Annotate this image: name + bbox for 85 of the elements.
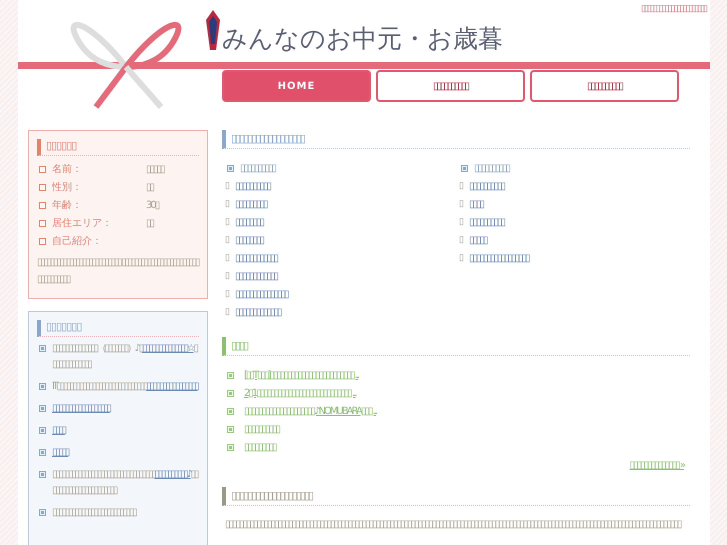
field-label: 自己紹介：	[52, 235, 103, 248]
category-link[interactable]: ▯▯▯▯▯▯▯▯▯▯▯▯	[235, 252, 278, 264]
list-text: IT▯▯▯▯▯▯▯▯▯▯▯▯▯▯▯▯▯▯▯▯▯▯▯▯▯▯▯▯▯▯▯▯▯▯▯▯▯▯▯▯▯▯▯▯	[52, 380, 198, 394]
category-link[interactable]: ▯▯▯▯▯▯▯▯▯▯	[469, 180, 504, 192]
news-link[interactable]: 2▯1▯▯▯▯▯▯▯▯▯▯▯▯▯▯▯▯▯▯▯▯▯▯▯▯▯▯▯ ...	[244, 388, 356, 398]
field-value: ▯▯	[146, 182, 154, 192]
bullet-icon	[227, 426, 234, 432]
field-value: ▯▯	[146, 218, 154, 228]
field-label: 名前：	[52, 163, 83, 176]
bullet-icon	[39, 220, 46, 226]
bullet-icon	[39, 202, 46, 208]
list-text: ▯▯▯▯▯▯▯▯▯▯▯▯▯▯▯▯▯▯▯▯▯▯▯▯▯▯	[52, 506, 136, 520]
bullet-icon	[39, 345, 46, 352]
category-link[interactable]: ▯▯▯▯▯	[469, 234, 487, 246]
list-marker: ▯	[459, 235, 465, 245]
category-link[interactable]: ▯▯▯▯▯▯▯▯▯▯	[469, 216, 504, 228]
bullet-icon	[39, 405, 46, 412]
section-heading: ▯▯▯▯	[222, 337, 690, 356]
noshi-emblem-icon	[206, 10, 220, 50]
bullet-icon	[39, 184, 46, 190]
field-label: 年齢：	[52, 198, 83, 212]
category-heading: ▯▯▯▯▯▯▯▯▯▯	[474, 162, 510, 174]
field-value: ▯▯▯▯▯	[146, 164, 164, 174]
bullet-icon	[39, 427, 46, 434]
inline-link[interactable]: ▯▯▯▯▯▯▯▯▯▯▯▯▯▯▯▯	[146, 381, 198, 392]
list-marker: ▯	[459, 199, 465, 209]
bullet-icon	[227, 164, 234, 172]
list-text: ▯▯▯▯▯▯▯▯▯▯▯▯▯▯▯▯▯▯▯▯▯▯▯▯▯▯▯▯▯▯▯▯▯▯▯▯▯▯▯▯▯▯♪▯▯▯▯▯▯▯▯▯▯▯▯▯▯▯▯▯▯▯▯▯▯	[52, 468, 199, 498]
field-label: 性別：	[52, 180, 83, 194]
category-link[interactable]: ▯▯▯▯▯▯▯▯▯▯▯▯	[235, 270, 278, 282]
more-link[interactable]: ▯▯▯▯▯▯▯▯▯▯▯▯▯▯ »	[630, 460, 684, 471]
section-heading: ▯▯▯▯▯▯▯▯▯▯▯▯▯▯▯▯▯▯	[222, 130, 690, 149]
section-heading: ▯▯▯▯▯▯▯▯▯▯▯▯▯▯▯▯▯▯▯▯	[222, 487, 690, 506]
bullet-icon	[39, 471, 46, 478]
category-link[interactable]: ▯▯▯▯▯▯▯▯▯▯▯▯▯▯▯▯▯	[469, 252, 529, 264]
list-text: ▯▯▯▯▯▯▯▯▯▯▯▯▯▯（▯▯▯▯▯▯▯）♪▯▯▯▯▯▯▯▯▯▯▯▯▯▯▯☆▯▯▯▯▯▯▯▯▯▯▯▯▯	[52, 342, 198, 372]
field-label: 居住エリア：	[52, 217, 113, 230]
list-marker: ▯	[459, 217, 465, 227]
field-value: 30▯	[146, 200, 158, 210]
category-link[interactable]: ▯▯▯▯▯▯▯▯▯	[235, 198, 267, 210]
news-link[interactable]: ▯▯▯▯▯▯▯▯▯	[244, 442, 276, 452]
category-heading: ▯▯▯▯▯▯▯▯▯▯	[240, 162, 276, 174]
list-marker: ▯	[225, 199, 231, 209]
list-marker: ▯	[225, 307, 231, 317]
list-marker: ▯	[225, 253, 231, 263]
list-link[interactable]: ▯▯▯▯▯	[52, 445, 68, 461]
panel-title: ▯▯▯▯▯▯	[37, 139, 199, 156]
bullet-icon	[39, 509, 46, 516]
category-link[interactable]: ▯▯▯▯▯▯▯▯▯▯▯▯▯▯▯	[235, 288, 288, 300]
category-link[interactable]: ▯▯▯▯▯▯▯▯	[235, 234, 264, 246]
list-marker: ▯	[459, 253, 465, 263]
list-marker: ▯	[225, 235, 231, 245]
bullet-icon	[227, 408, 234, 414]
bullet-icon	[39, 449, 46, 456]
about-text: ▯▯▯▯▯▯▯▯▯▯▯▯▯▯▯▯▯▯▯▯▯▯▯▯▯▯▯▯▯▯▯▯▯▯▯▯▯▯▯▯▯▯▯▯▯▯▯▯▯▯▯▯▯▯▯▯▯▯▯▯▯▯▯▯▯▯▯▯▯▯▯▯▯▯▯▯▯▯▯▯▯▯▯▯▯▯▯▯▯▯▯▯▯▯▯▯▯▯▯▯▯▯▯▯▯▯▯▯▯▯▯▯▯▯▯▯▯▯▯▯▯▯▯▯▯▯▯▯▯▯	[224, 518, 682, 532]
bullet-icon	[39, 166, 46, 172]
category-link[interactable]: ▯▯▯▯▯▯▯▯▯▯	[235, 180, 270, 192]
category-link[interactable]: ▯▯▯▯	[469, 198, 484, 210]
bullet-icon	[227, 372, 234, 378]
inline-link[interactable]: ▯▯▯▯▯▯▯▯▯▯▯▯▯▯☆	[142, 343, 194, 354]
inline-link[interactable]: ▯▯▯▯▯▯▯▯▯▯♪	[154, 469, 191, 480]
bullet-icon	[39, 238, 46, 244]
list-marker: ▯	[225, 271, 231, 281]
news-link[interactable]: ▯▯▯▯▯▯▯▯▯▯▯▯▯▯▯▯▯▯▯▯♪NOMUBARA▯▯▯ ...	[244, 406, 376, 416]
panel-title: ▯▯▯▯▯▯▯	[37, 320, 199, 337]
list-link[interactable]: ▯▯▯▯▯▯▯▯▯▯▯▯▯▯▯▯▯▯	[52, 401, 110, 417]
list-marker: ▯	[225, 217, 231, 227]
category-link[interactable]: ▯▯▯▯▯▯▯▯▯▯▯▯▯	[235, 306, 281, 318]
bullet-icon	[227, 444, 234, 450]
category-link[interactable]: ▯▯▯▯▯▯▯▯	[235, 216, 264, 228]
bullet-icon	[461, 164, 468, 172]
news-link[interactable]: ▯▯▯▯▯▯▯▯▯▯	[244, 424, 280, 434]
list-marker: ▯	[225, 181, 231, 191]
news-link[interactable]: [▯▯T▯▯▯]▯▯▯▯▯▯▯▯▯▯▯▯▯▯▯▯▯▯▯▯▯▯▯▯ ...	[244, 370, 358, 380]
nav-tab[interactable]: ▯▯▯▯▯▯▯▯▯▯	[530, 70, 679, 102]
intro-text: ▯▯▯▯▯▯▯▯▯▯▯▯▯▯▯▯▯▯▯▯▯▯▯▯▯▯ ▯▯▯▯▯▯▯▯▯▯▯▯▯▯▯▯▯▯▯▯▯▯▯▯▯▯▯▯▯▯▯▯▯▯	[37, 256, 199, 287]
bullet-icon	[227, 390, 234, 396]
list-link[interactable]: ▯▯▯▯	[52, 423, 65, 439]
nav-tab[interactable]: ▯▯▯▯▯▯▯▯▯▯	[376, 70, 525, 102]
list-marker: ▯	[459, 181, 465, 191]
header-link[interactable]: ▯▯▯▯▯▯▯▯▯▯▯▯▯▯▯▯▯▯▯▯▯▯	[641, 4, 706, 14]
bullet-icon	[39, 383, 46, 390]
list-marker: ▯	[225, 289, 231, 299]
site-logo-title[interactable]: みんなのお中元・お歳暮	[222, 22, 503, 55]
nav-tab[interactable]: HOME	[222, 70, 371, 102]
